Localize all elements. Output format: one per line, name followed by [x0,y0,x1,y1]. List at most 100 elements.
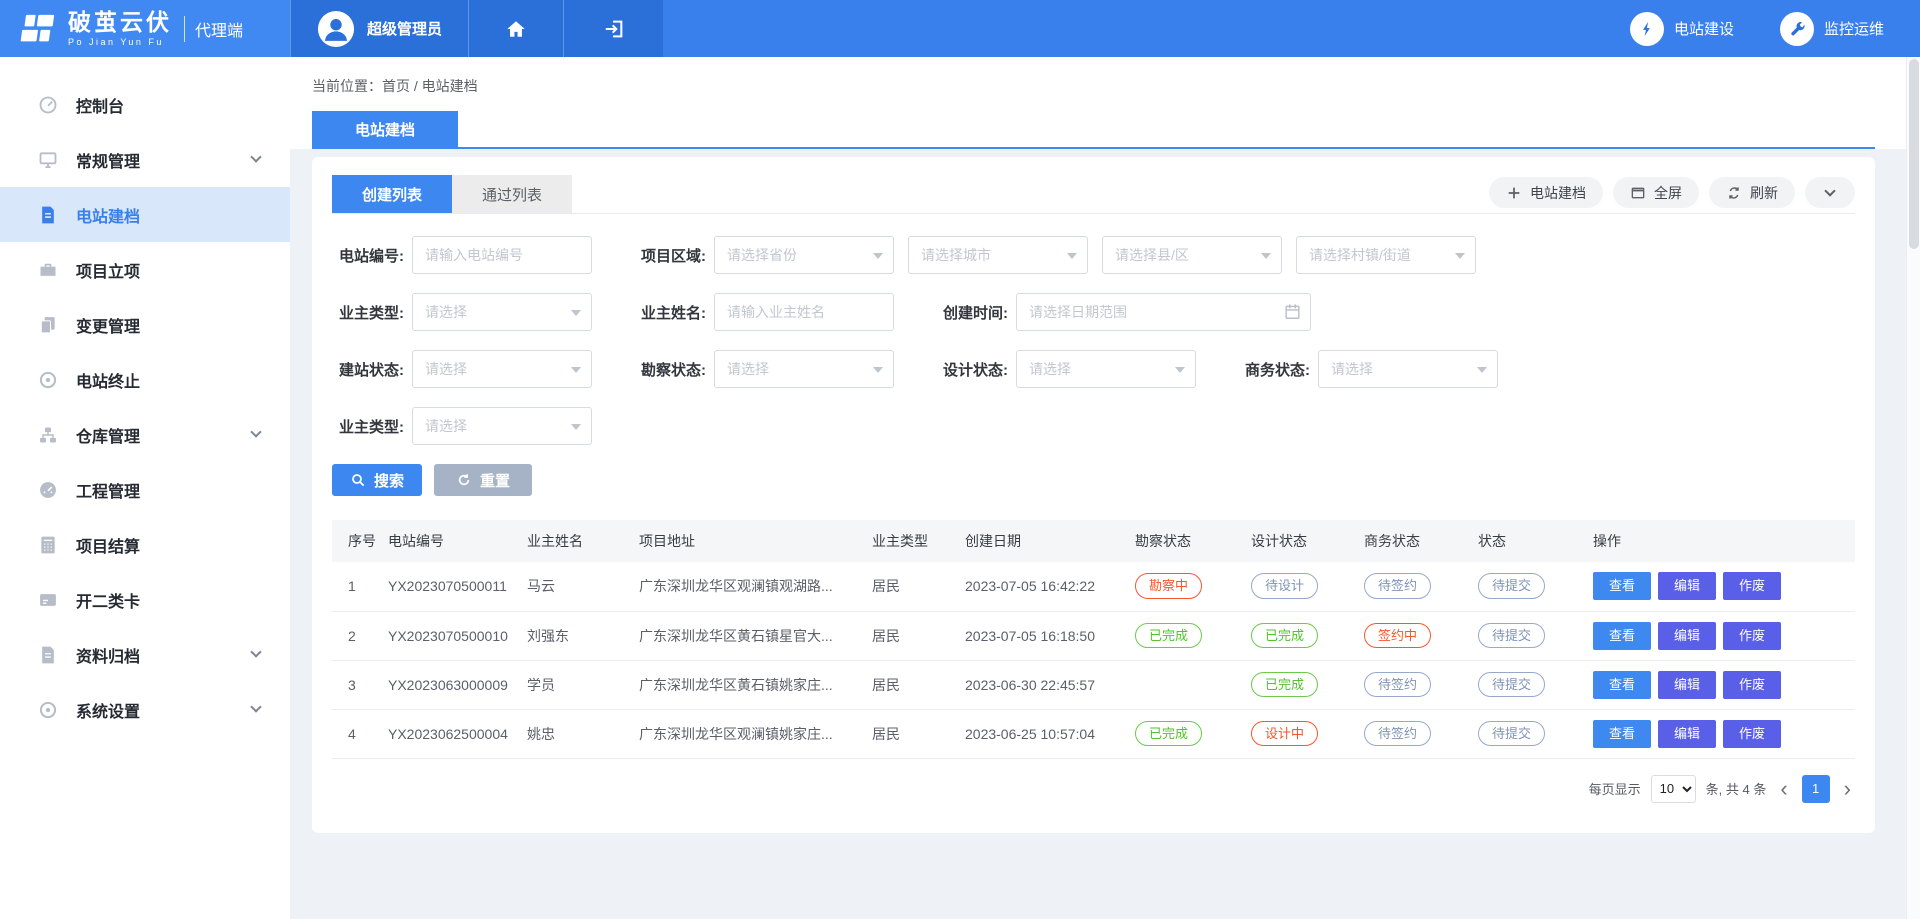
business-status-badge: 待签约 [1364,721,1431,747]
page-size-select[interactable]: 10 [1651,775,1696,803]
cell-address: 广东深圳龙华区黄石镇姚家庄... [631,660,864,709]
sidebar-item-data-archive[interactable]: 资料归档 [0,627,290,682]
tab-approved-list[interactable]: 通过列表 [452,175,572,213]
design-status-badge: 已完成 [1251,672,1318,698]
per-page-label: 每页显示 [1589,779,1641,798]
header-nav-station-build[interactable]: 电站建设 [1630,12,1734,46]
select-placeholder: 请选择城市 [921,245,991,265]
wrench-icon [1780,12,1814,46]
build-status-select[interactable]: 请选择 [412,350,592,388]
sidebar-item-second-type-card[interactable]: 开二类卡 [0,572,290,627]
logout-button[interactable] [563,0,663,57]
content-area: 创建列表通过列表 电站建档全屏刷新 电站编号:项目区域:请选择省份请选择城市请选… [290,149,1920,833]
gauge2-icon [38,480,58,500]
breadcrumb-home[interactable]: 首页 [382,78,410,94]
next-page-button[interactable]: › [1840,778,1855,800]
sidebar-item-change-management[interactable]: 变更管理 [0,297,290,352]
void-button[interactable]: 作废 [1723,622,1781,650]
chevron-down-icon [250,426,261,437]
edit-button[interactable]: 编辑 [1658,572,1716,600]
header-nav-label: 监控运维 [1824,18,1884,39]
page-tab-station-archive[interactable]: 电站建档 [312,111,458,147]
fullscreen-label: 全屏 [1654,183,1682,203]
filter-label: 项目区域: [634,245,706,266]
calendar-icon [1283,302,1302,321]
cell-owner-type: 居民 [864,611,957,660]
tab-create-list[interactable]: 创建列表 [332,175,452,213]
edit-button[interactable]: 编辑 [1658,671,1716,699]
view-button[interactable]: 查看 [1593,622,1651,650]
void-button[interactable]: 作废 [1723,720,1781,748]
collapse-button[interactable] [1805,177,1855,208]
project-region-select-2[interactable]: 请选择城市 [908,236,1088,274]
project-region-select-4[interactable]: 请选择村镇/街道 [1296,236,1476,274]
project-region-select-1[interactable]: 请选择省份 [714,236,894,274]
cell-owner-name: 学员 [519,660,631,709]
view-button[interactable]: 查看 [1593,572,1651,600]
select-placeholder: 请选择省份 [727,245,797,265]
cell-owner-name: 刘强东 [519,611,631,660]
caret-down-icon [571,367,581,373]
filter-field-design-status: 设计状态:请选择 [936,350,1196,388]
void-button[interactable]: 作废 [1723,671,1781,699]
design-status-select[interactable]: 请选择 [1016,350,1196,388]
refresh-button[interactable]: 刷新 [1709,177,1795,208]
sidebar-item-station-termination[interactable]: 电站终止 [0,352,290,407]
sidebar-item-project-initiation[interactable]: 项目立项 [0,242,290,297]
sidebar-item-station-archive[interactable]: 电站建档 [0,187,290,242]
cell-status-status: 待提交 [1470,611,1585,660]
avatar [317,10,355,48]
header-nav: 电站建设 监控运维 [1630,0,1920,57]
sidebar-item-engineering-management[interactable]: 工程管理 [0,462,290,517]
sidebar-item-system-settings[interactable]: 系统设置 [0,682,290,737]
scrollbar[interactable] [1906,57,1920,919]
cell-survey-status: 已完成 [1127,611,1243,660]
filter-row: 业主类型: 请选择 [332,407,1855,445]
sidebar-item-console[interactable]: 控制台 [0,77,290,132]
station-code-field [412,236,592,274]
cell-index: 2 [332,611,380,660]
station-table: 序号电站编号业主姓名项目地址业主类型创建日期勘察状态设计状态商务状态状态操作 1… [332,520,1855,759]
header-nav-monitor-ops[interactable]: 监控运维 [1780,12,1884,46]
sidebar-item-general-management[interactable]: 常规管理 [0,132,290,187]
create-station-archive-button[interactable]: 电站建档 [1489,177,1603,208]
station-code-input[interactable] [413,247,591,263]
void-button[interactable]: 作废 [1723,572,1781,600]
table-row: 2YX2023070500010刘强东广东深圳龙华区黄石镇星官大...居民202… [332,611,1855,660]
sidebar-item-project-settlement[interactable]: 项目结算 [0,517,290,572]
view-button[interactable]: 查看 [1593,720,1651,748]
cell-station-code: YX2023070500011 [380,562,519,611]
owner-name-input[interactable] [715,304,893,320]
create-time-input[interactable] [1017,304,1310,320]
cell-created-date: 2023-07-05 16:18:50 [957,611,1127,660]
business-status-select[interactable]: 请选择 [1318,350,1498,388]
sidebar-item-warehouse-management[interactable]: 仓库管理 [0,407,290,462]
column-header: 勘察状态 [1127,520,1243,562]
survey-status-select[interactable]: 请选择 [714,350,894,388]
edit-button[interactable]: 编辑 [1658,720,1716,748]
caret-down-icon [1067,253,1077,259]
table-row: 1YX2023070500011马云广东深圳龙华区观澜镇观湖路...居民2023… [332,562,1855,611]
user-menu[interactable]: 超级管理员 [290,0,468,57]
owner-type-2-select[interactable]: 请选择 [412,407,592,445]
sidebar-item-label: 电站建档 [76,203,140,227]
scrollbar-thumb[interactable] [1909,59,1919,249]
fullscreen-button[interactable]: 全屏 [1613,177,1699,208]
status-status-badge: 待提交 [1478,573,1545,599]
reset-button[interactable]: 重置 [434,464,532,496]
archive-icon [38,645,58,665]
owner-type-select[interactable]: 请选择 [412,293,592,331]
edit-button[interactable]: 编辑 [1658,622,1716,650]
view-button[interactable]: 查看 [1593,671,1651,699]
search-button[interactable]: 搜索 [332,464,422,496]
home-button[interactable] [468,0,563,57]
cell-design-status: 已完成 [1243,660,1356,709]
page-1-button[interactable]: 1 [1802,775,1830,803]
filter-label: 业主类型: [332,416,404,437]
prev-page-button[interactable]: ‹ [1776,778,1791,800]
portal-label: 代理端 [195,17,243,41]
breadcrumb: 当前位置：首页 / 电站建档 [290,57,1920,111]
cell-survey-status: 已完成 [1127,709,1243,758]
cell-actions: 查看编辑作废 [1585,660,1855,709]
project-region-select-3[interactable]: 请选择县/区 [1102,236,1282,274]
